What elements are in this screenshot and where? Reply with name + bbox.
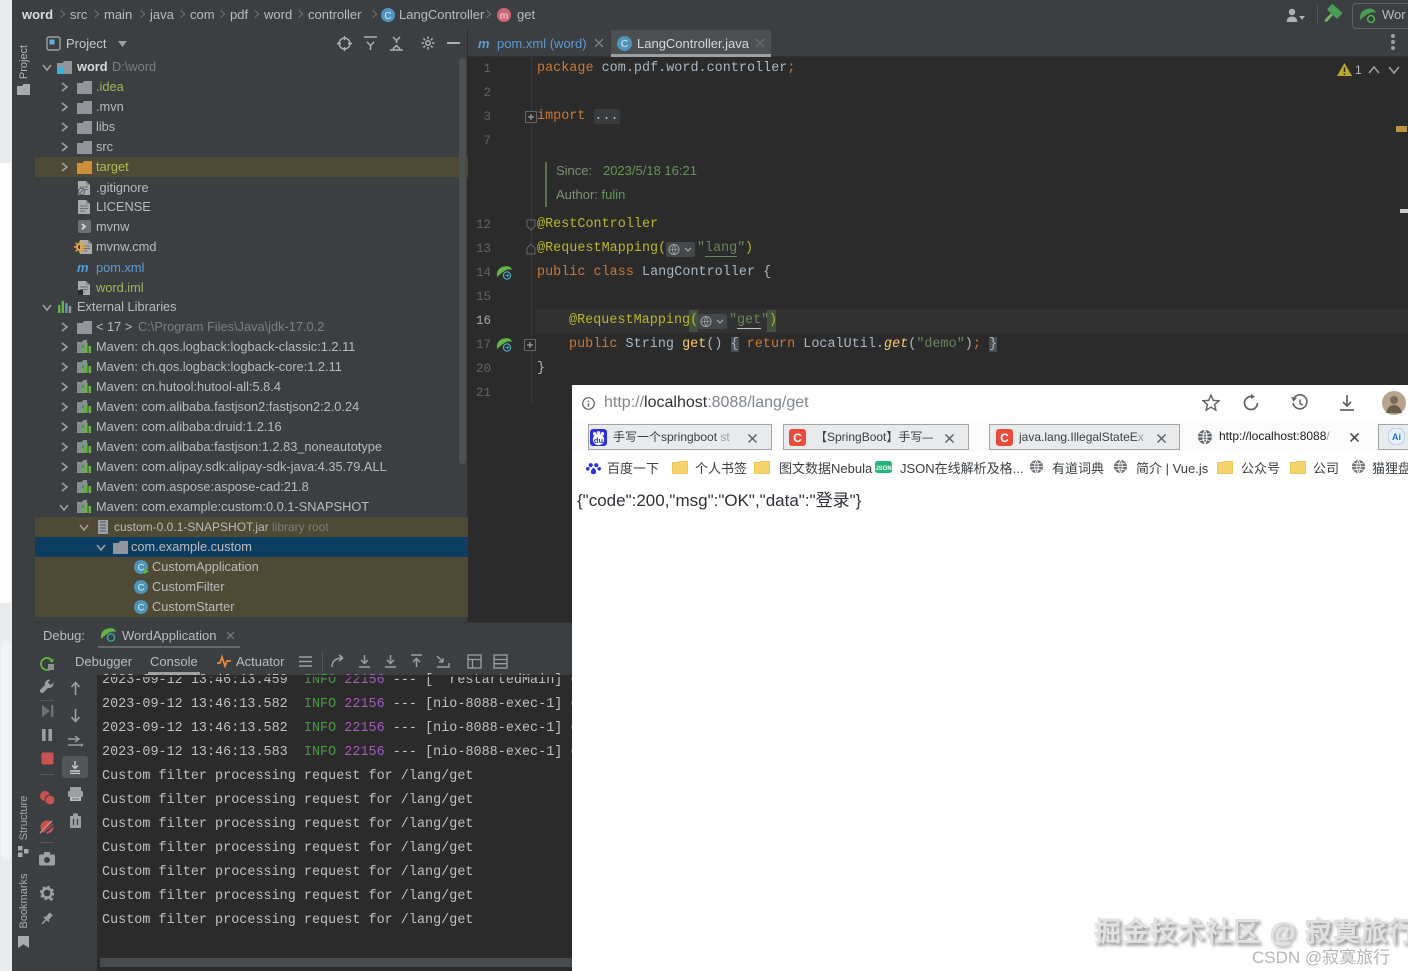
svg-text:C: C [138,563,145,574]
svg-text:C: C [1000,431,1009,445]
svg-text:C: C [138,583,145,594]
svg-text:C: C [793,431,802,445]
svg-text:C: C [384,11,391,22]
svg-text:C: C [621,39,628,50]
svg-text:C: C [138,603,145,614]
svg-text:JSON: JSON [875,466,891,472]
svg-text:Ai: Ai [1392,432,1401,442]
svg-text:m: m [500,11,508,22]
svg-text:du: du [594,436,604,445]
